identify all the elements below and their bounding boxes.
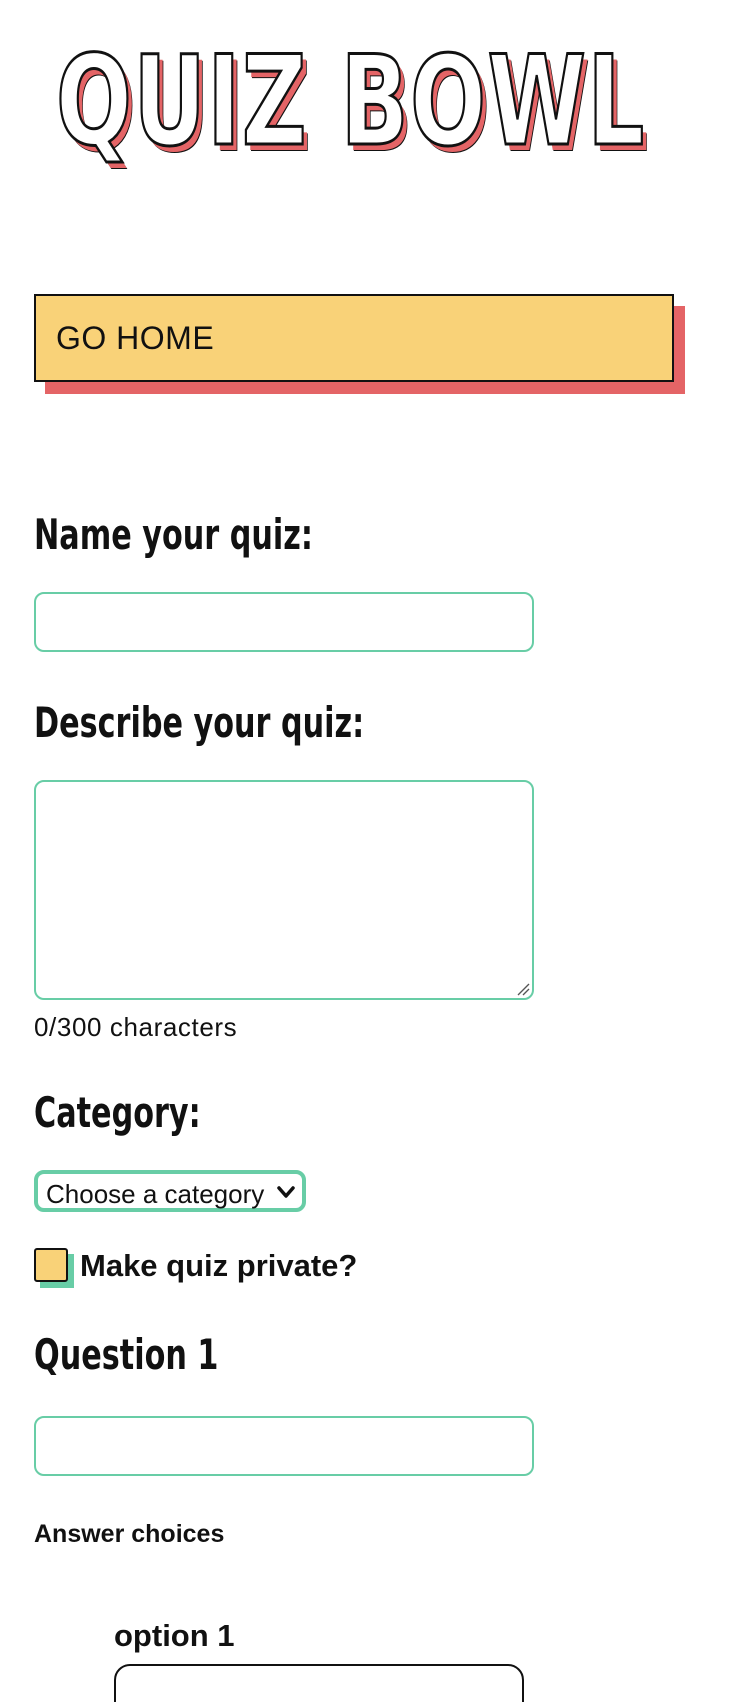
private-checkbox[interactable]	[34, 1248, 74, 1288]
quiz-description-label: Describe your quiz:	[34, 698, 365, 747]
quiz-description-textarea[interactable]	[34, 780, 534, 1000]
question-title: Question 1	[34, 1330, 219, 1379]
category-select[interactable]: Choose a category	[34, 1170, 306, 1212]
quiz-name-label: Name your quiz:	[34, 510, 313, 559]
question-input[interactable]	[34, 1416, 534, 1476]
chevron-down-icon	[277, 1186, 295, 1198]
quiz-name-input[interactable]	[34, 592, 534, 652]
category-label: Category:	[34, 1088, 201, 1137]
category-select-value: Choose a category	[46, 1179, 265, 1209]
private-checkbox-box[interactable]	[34, 1248, 68, 1282]
create-quiz-page: QUIZ BOWL GO HOME Name your quiz: Descri…	[0, 0, 738, 1702]
answer-choices-label: Answer choices	[34, 1520, 225, 1548]
go-home-button-wrap: GO HOME	[34, 294, 685, 394]
resize-grip-icon[interactable]	[516, 982, 530, 996]
private-checkbox-label[interactable]: Make quiz private?	[80, 1248, 357, 1284]
quiz-bowl-logo: QUIZ BOWL	[55, 30, 646, 174]
description-char-count: 0/300 characters	[34, 1012, 238, 1042]
go-home-button[interactable]: GO HOME	[34, 294, 674, 382]
option-label: option 1	[114, 1618, 235, 1653]
option-input[interactable]	[114, 1664, 524, 1702]
